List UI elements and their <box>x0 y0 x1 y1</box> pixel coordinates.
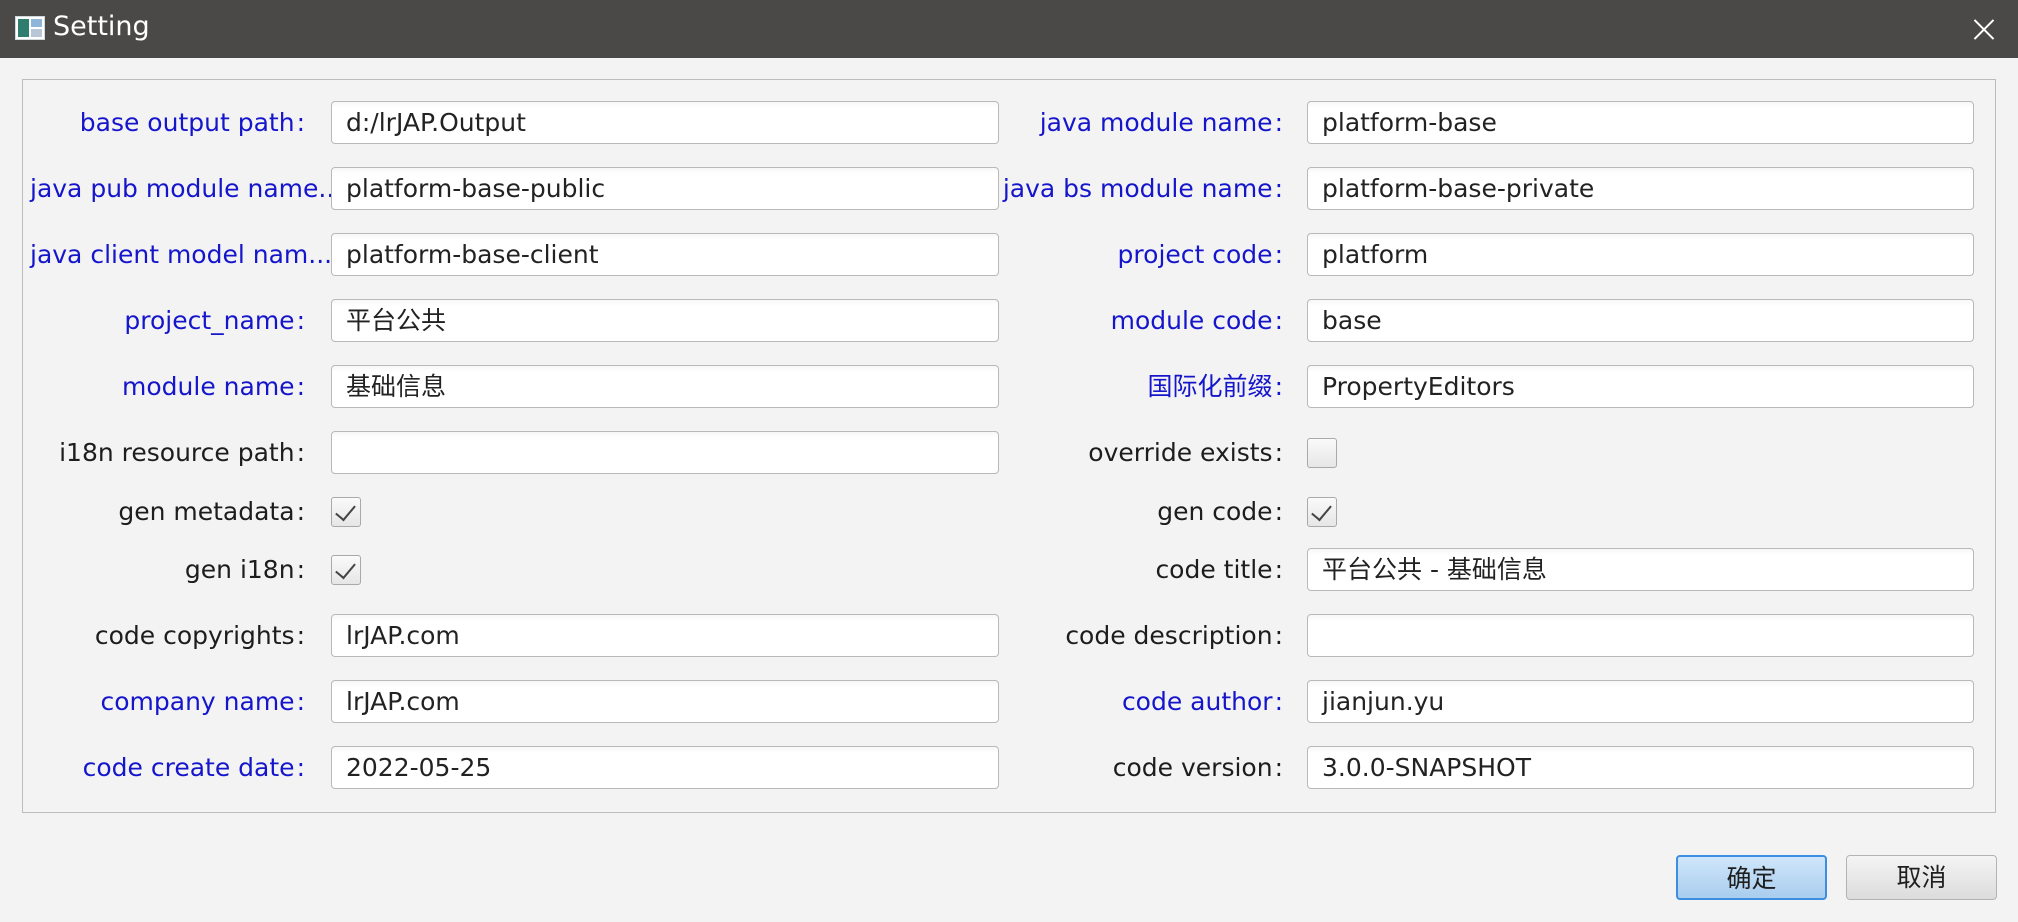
label-gen-metadata: gen metadata: <box>118 497 305 526</box>
label-base-output-path: base output path: <box>79 108 305 137</box>
app-icon <box>15 16 45 40</box>
label-code-author: code author: <box>1121 687 1283 716</box>
label-code-create-date: code create date: <box>82 753 305 782</box>
i18n-resource-path-field[interactable] <box>331 431 999 474</box>
label-project-name: project_name: <box>124 306 305 335</box>
i18n-prefix-field[interactable]: PropertyEditors <box>1307 365 1974 408</box>
module-name-field[interactable]: 基础信息 <box>331 365 999 408</box>
project-name-field[interactable]: 平台公共 <box>331 299 999 342</box>
java-pub-module-name-field[interactable]: platform-base-public <box>331 167 999 210</box>
label-gen-i18n: gen i18n: <box>184 555 305 584</box>
code-create-date-field[interactable]: 2022-05-25 <box>331 746 999 789</box>
java-bs-module-name-field[interactable]: platform-base-private <box>1307 167 1974 210</box>
code-description-field[interactable] <box>1307 614 1974 657</box>
label-project-code: project code: <box>1117 240 1283 269</box>
base-output-path-field[interactable]: d:/lrJAP.Output <box>331 101 999 144</box>
label-i18n-resource-path: i18n resource path: <box>59 438 305 467</box>
project-code-field[interactable]: platform <box>1307 233 1974 276</box>
override-exists-checkbox[interactable] <box>1307 438 1337 468</box>
gen-code-checkbox[interactable] <box>1307 497 1337 527</box>
gen-i18n-checkbox[interactable] <box>331 555 361 585</box>
java-module-name-field[interactable]: platform-base <box>1307 101 1974 144</box>
checkmark-icon <box>1311 499 1332 522</box>
ok-button[interactable]: 确定 <box>1676 855 1827 900</box>
label-code-title: code title: <box>1155 555 1283 584</box>
label-override-exists: override exists: <box>1088 438 1283 467</box>
label-java-pub-module-name: java pub module name... <box>30 174 343 203</box>
code-copyrights-field[interactable]: lrJAP.com <box>331 614 999 657</box>
checkmark-icon <box>335 557 356 580</box>
module-code-field[interactable]: base <box>1307 299 1974 342</box>
label-i18n-prefix: 国际化前缀: <box>1147 372 1283 401</box>
cancel-button[interactable]: 取消 <box>1846 855 1997 900</box>
company-name-field[interactable]: lrJAP.com <box>331 680 999 723</box>
label-java-module-name: java module name: <box>1039 108 1283 137</box>
label-code-copyrights: code copyrights: <box>94 621 305 650</box>
label-code-description: code description: <box>1065 621 1283 650</box>
code-title-field[interactable]: 平台公共 - 基础信息 <box>1307 548 1974 591</box>
label-company-name: company name: <box>100 687 305 716</box>
window-title: Setting <box>53 11 150 42</box>
label-module-name: module name: <box>122 372 305 401</box>
label-module-code: module code: <box>1110 306 1283 335</box>
code-version-field[interactable]: 3.0.0-SNAPSHOT <box>1307 746 1974 789</box>
java-client-model-name-field[interactable]: platform-base-client <box>331 233 999 276</box>
label-code-version: code version: <box>1112 753 1283 782</box>
label-java-client-model-name: java client model nam... <box>30 240 333 269</box>
gen-metadata-checkbox[interactable] <box>331 497 361 527</box>
checkmark-icon <box>335 499 356 522</box>
label-gen-code: gen code: <box>1157 497 1283 526</box>
label-java-bs-module-name: java bs module name: <box>1002 174 1283 203</box>
code-author-field[interactable]: jianjun.yu <box>1307 680 1974 723</box>
window-titlebar: Setting <box>0 0 2018 58</box>
close-icon[interactable] <box>1962 8 2006 50</box>
